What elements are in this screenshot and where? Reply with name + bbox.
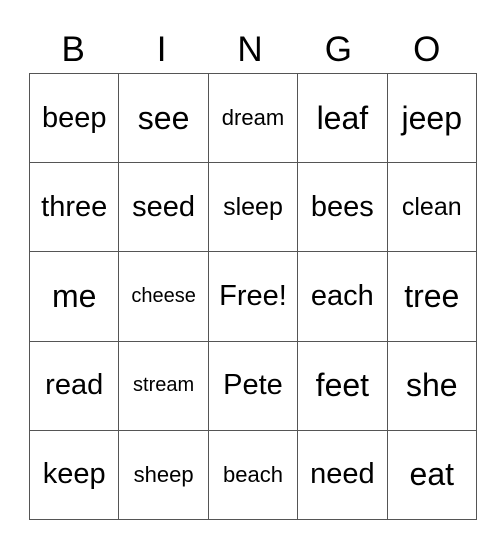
bingo-row: three seed sleep bees clean: [28, 162, 477, 253]
bingo-cell[interactable]: bees: [297, 162, 388, 253]
bingo-cell[interactable]: leaf: [297, 72, 388, 164]
bingo-card-grid: beep see dream leaf jeep three seed sleep bees cl…: [28, 72, 477, 520]
bingo-cell[interactable]: Pete: [207, 340, 299, 431]
bingo-cell[interactable]: feet: [297, 340, 388, 431]
bingo-row: keep sheep beach need eat: [28, 429, 477, 520]
bingo-cell[interactable]: need: [297, 429, 388, 520]
bingo-cell[interactable]: keep: [28, 429, 120, 520]
bingo-cell[interactable]: sleep: [207, 162, 299, 253]
bingo-row: me cheese Free! each tree: [28, 251, 477, 342]
bingo-cell[interactable]: beep: [28, 72, 120, 164]
free-space-cell[interactable]: Free!: [207, 251, 299, 342]
header-letter-g: G: [324, 30, 352, 69]
bingo-cell[interactable]: clean: [386, 162, 477, 253]
bingo-cell[interactable]: me: [28, 251, 120, 342]
bingo-row: read stream Pete feet she: [28, 340, 477, 431]
bingo-cell[interactable]: cheese: [118, 251, 209, 342]
bingo-cell[interactable]: each: [297, 251, 388, 342]
bingo-cell[interactable]: see: [118, 72, 209, 164]
bingo-cell[interactable]: sheep: [118, 429, 209, 520]
header-letter-b: B: [61, 30, 85, 69]
bingo-cell[interactable]: she: [386, 340, 477, 431]
header-letter-n: N: [237, 30, 263, 69]
bingo-cell[interactable]: eat: [386, 429, 477, 520]
bingo-cell[interactable]: jeep: [386, 72, 477, 164]
bingo-cell[interactable]: stream: [118, 340, 209, 431]
bingo-cell[interactable]: tree: [386, 251, 477, 342]
header-letter-o: O: [413, 30, 441, 69]
bingo-cell[interactable]: beach: [207, 429, 299, 520]
bingo-cell[interactable]: read: [28, 340, 120, 431]
bingo-cell[interactable]: three: [28, 162, 120, 253]
header-letter-i: I: [156, 30, 167, 69]
bingo-row: beep see dream leaf jeep: [28, 72, 477, 164]
bingo-header: B I N G O: [29, 28, 471, 72]
bingo-cell[interactable]: seed: [118, 162, 209, 253]
bingo-cell[interactable]: dream: [207, 72, 299, 164]
